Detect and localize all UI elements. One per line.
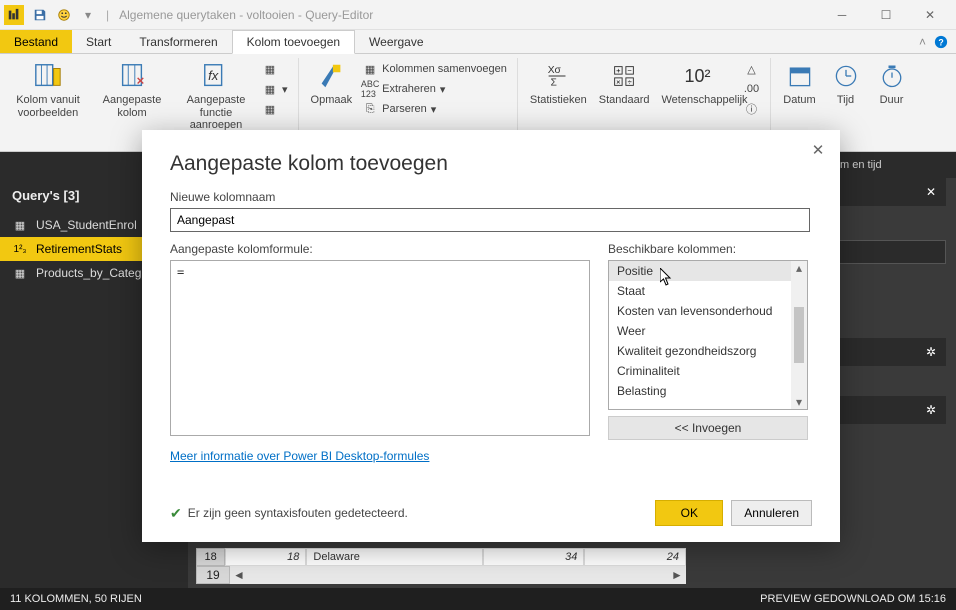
save-icon[interactable]	[29, 4, 51, 26]
dup-col-button[interactable]: ▦	[258, 100, 292, 118]
help-link[interactable]: Meer informatie over Power BI Desktop-fo…	[170, 449, 429, 463]
tab-transform[interactable]: Transformeren	[125, 30, 231, 53]
cond-col-button[interactable]: ▦	[258, 60, 292, 78]
help-icon[interactable]: ?	[934, 35, 948, 49]
ok-button[interactable]: OK	[655, 500, 723, 526]
tab-view[interactable]: Weergave	[355, 30, 437, 53]
scroll-down-icon[interactable]: ▾	[796, 395, 802, 409]
dialog-title: Aangepaste kolom toevoegen	[170, 152, 812, 176]
scroll-thumb[interactable]	[794, 307, 804, 363]
number-icon: 1²₃	[12, 243, 28, 255]
time-button[interactable]: Tijd	[823, 58, 869, 109]
standard-button[interactable]: +−×÷Standaard	[593, 58, 656, 109]
merge-columns-button[interactable]: ▦Kolommen samenvoegen	[358, 60, 511, 78]
tab-start[interactable]: Start	[72, 30, 125, 53]
list-item[interactable]: Kosten van levensonderhoud	[609, 301, 807, 321]
title-bar: ▾ | Algemene querytaken - voltooien - Qu…	[0, 0, 956, 30]
title-separator: |	[106, 8, 109, 22]
app-icon	[4, 5, 24, 25]
svg-text:−: −	[628, 66, 633, 75]
formula-label: Aangepaste kolomformule:	[170, 242, 590, 256]
tab-add-column[interactable]: Kolom toevoegen	[232, 30, 355, 54]
status-bar: 11 KOLOMMEN, 50 RIJEN PREVIEW GEDOWNLOAD…	[0, 588, 956, 610]
new-column-label: Nieuwe kolomnaam	[170, 190, 812, 204]
table-row[interactable]: 18 18 Delaware 34 24	[196, 548, 686, 566]
close-button[interactable]: ✕	[908, 1, 952, 29]
trig-button[interactable]: △	[740, 60, 764, 78]
list-item[interactable]: Criminaliteit	[609, 361, 807, 381]
index-col-button[interactable]: ▦▾	[258, 80, 292, 98]
svg-text:fx: fx	[208, 68, 219, 83]
format-button[interactable]: Opmaak	[305, 58, 359, 109]
list-item[interactable]: Weer	[609, 321, 807, 341]
menu-bar: Bestand Start Transformeren Kolom toevoe…	[0, 30, 956, 54]
maximize-button[interactable]: ☐	[864, 1, 908, 29]
data-grid: 18 18 Delaware 34 24 19 ◄►	[196, 548, 686, 584]
list-item[interactable]: Belasting	[609, 381, 807, 401]
round-button[interactable]: .00	[740, 80, 764, 98]
list-scrollbar[interactable]: ▴▾	[791, 261, 807, 409]
extract-button[interactable]: ABC123Extraheren▾	[358, 80, 511, 98]
available-columns-list[interactable]: Positie Staat Kosten van levensonderhoud…	[608, 260, 808, 410]
date-button[interactable]: Datum	[777, 58, 823, 109]
col-from-examples-button[interactable]: Kolom vanuit voorbeelden	[6, 58, 90, 121]
emoji-icon[interactable]	[53, 4, 75, 26]
svg-text:÷: ÷	[628, 77, 632, 86]
group-label-fragment: m en tijd	[840, 159, 882, 171]
new-column-input[interactable]	[170, 208, 810, 232]
list-item[interactable]: Positie	[609, 261, 807, 281]
scroll-left-icon[interactable]: ◄	[230, 566, 248, 584]
status-left: 11 KOLOMMEN, 50 RIJEN	[10, 593, 142, 605]
info-button[interactable]: ⓘ	[740, 100, 764, 118]
custom-column-button[interactable]: Aangepaste kolom	[90, 58, 174, 121]
statistics-button[interactable]: XσΣStatistieken	[524, 58, 593, 109]
scroll-right-icon[interactable]: ►	[668, 566, 686, 584]
list-item[interactable]: Staat	[609, 281, 807, 301]
custom-function-button[interactable]: fxAangepaste functie aanroepen	[174, 58, 258, 134]
list-item[interactable]: Kwaliteit gezondheidszorg	[609, 341, 807, 361]
cancel-button[interactable]: Annuleren	[731, 500, 812, 526]
window-controls: ─ ☐ ✕	[820, 1, 952, 29]
svg-text:Σ: Σ	[551, 77, 557, 88]
insert-button[interactable]: << Invoegen	[608, 416, 808, 440]
svg-text:+: +	[616, 66, 621, 75]
formula-input[interactable]	[170, 260, 590, 436]
duration-button[interactable]: Duur	[869, 58, 915, 109]
svg-text:Xσ: Xσ	[548, 65, 562, 76]
ribbon-collapse-icon[interactable]: ˄	[919, 35, 926, 49]
mouse-cursor-icon	[660, 268, 673, 286]
scroll-up-icon[interactable]: ▴	[796, 261, 802, 275]
tab-file[interactable]: Bestand	[0, 30, 72, 53]
table-icon: ▦	[12, 219, 28, 231]
horiz-scrollbar[interactable]: 19 ◄►	[196, 566, 686, 584]
qat-dropdown-icon[interactable]: ▾	[77, 4, 99, 26]
scientific-button[interactable]: 10²Wetenschappelijk	[656, 58, 740, 109]
custom-column-dialog: ✕ Aangepaste kolom toevoegen Nieuwe kolo…	[142, 130, 840, 542]
svg-text:×: ×	[616, 77, 620, 86]
available-columns-label: Beschikbare kolommen:	[608, 242, 812, 256]
svg-text:?: ?	[938, 37, 943, 47]
table-icon: ▦	[12, 267, 28, 279]
window-title: Algemene querytaken - voltooien - Query-…	[119, 8, 373, 22]
syntax-status: ✔ Er zijn geen syntaxisfouten gedetectee…	[170, 505, 408, 522]
check-icon: ✔	[170, 505, 182, 522]
minimize-button[interactable]: ─	[820, 1, 864, 29]
status-right: PREVIEW GEDOWNLOAD OM 15:16	[760, 593, 946, 605]
dialog-close-icon[interactable]: ✕	[808, 140, 828, 160]
parse-button[interactable]: ⎘Parseren▾	[358, 100, 511, 118]
